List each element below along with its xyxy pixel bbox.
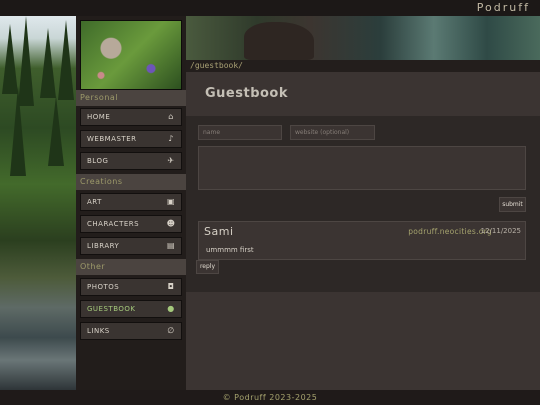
bell-icon: ♪ bbox=[168, 134, 174, 143]
entry-date: 12/11/2025 bbox=[480, 227, 521, 235]
footer: © Podruff 2023-2025 bbox=[0, 390, 540, 405]
nav-blog[interactable]: BLOG ✈ bbox=[80, 152, 182, 170]
nav-label: LINKS bbox=[87, 327, 110, 335]
section-personal: Personal bbox=[76, 90, 186, 106]
nav-label: GUESTBOOK bbox=[87, 305, 136, 313]
nav-art[interactable]: ART ▣ bbox=[80, 193, 182, 211]
nav-library[interactable]: LIBRARY ▤ bbox=[80, 237, 182, 255]
page-title: Guestbook bbox=[205, 86, 289, 101]
nav-webmaster[interactable]: WEBMASTER ♪ bbox=[80, 130, 182, 148]
guestbook-entry: Sami podruff.neocities.org 12/11/2025 um… bbox=[198, 221, 526, 260]
nav-photos[interactable]: PHOTOS ◘ bbox=[80, 278, 182, 296]
plane-icon: ✈ bbox=[167, 156, 175, 165]
breadcrumb-path: /guestbook/ bbox=[190, 61, 243, 70]
entry-website-link[interactable]: podruff.neocities.org bbox=[408, 227, 492, 236]
nav-label: LIBRARY bbox=[87, 242, 120, 250]
sidebar: Personal HOME ⌂ WEBMASTER ♪ BLOG ✈ Creat… bbox=[76, 16, 186, 390]
footer-copyright: © Podruff 2023-2025 bbox=[222, 393, 318, 402]
nav-label: ART bbox=[87, 198, 102, 206]
users-icon: ☻ bbox=[166, 219, 176, 228]
section-other: Other bbox=[76, 259, 186, 275]
house-icon: ⌂ bbox=[168, 112, 174, 121]
breadcrumb: /guestbook/ bbox=[186, 60, 540, 72]
site-title: Podruff bbox=[476, 1, 530, 14]
nav-label: HOME bbox=[87, 113, 111, 121]
paperclip-icon: ∅ bbox=[167, 326, 175, 335]
nav-guestbook[interactable]: GUESTBOOK ● bbox=[80, 300, 182, 318]
top-bar: Podruff bbox=[0, 0, 540, 16]
nav-label: BLOG bbox=[87, 157, 109, 165]
nav-label: PHOTOS bbox=[87, 283, 120, 291]
nav-characters[interactable]: CHARACTERS ☻ bbox=[80, 215, 182, 233]
nav-links[interactable]: LINKS ∅ bbox=[80, 322, 182, 340]
website-field[interactable]: website (optional) bbox=[290, 125, 375, 140]
header-banner bbox=[186, 16, 540, 60]
nav-label: CHARACTERS bbox=[87, 220, 140, 228]
avatar-image bbox=[80, 20, 182, 90]
camera-icon: ◘ bbox=[167, 282, 175, 291]
section-creations: Creations bbox=[76, 174, 186, 190]
speech-bubble-icon: ● bbox=[167, 304, 175, 313]
entry-author: Sami bbox=[204, 225, 234, 238]
image-icon: ▣ bbox=[166, 197, 176, 206]
entry-message: ummmm first bbox=[206, 246, 254, 254]
guestbook-panel: name website (optional) submit Sami podr… bbox=[186, 116, 540, 292]
message-textarea[interactable] bbox=[198, 146, 526, 190]
banner-rock bbox=[244, 22, 314, 60]
forest-photo bbox=[0, 16, 76, 390]
nav-label: WEBMASTER bbox=[87, 135, 137, 143]
nav-home[interactable]: HOME ⌂ bbox=[80, 108, 182, 126]
name-field[interactable]: name bbox=[198, 125, 282, 140]
main-content: Guestbook name website (optional) submit… bbox=[186, 72, 540, 390]
book-icon: ▤ bbox=[166, 241, 176, 250]
reply-button[interactable]: reply bbox=[196, 260, 219, 274]
submit-button[interactable]: submit bbox=[499, 197, 526, 212]
